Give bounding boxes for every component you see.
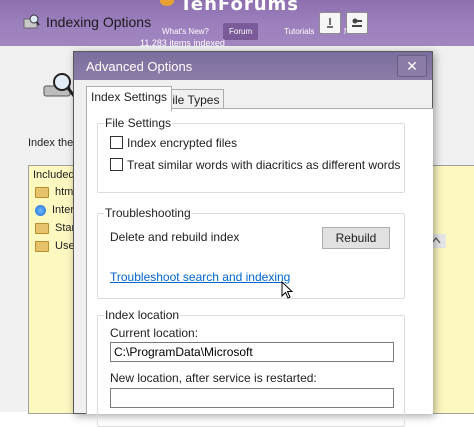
dialog-titlebar[interactable]: Advanced Options ✕ xyxy=(74,52,432,80)
close-button[interactable]: ✕ xyxy=(397,55,427,77)
troubleshoot-link[interactable]: Troubleshoot search and indexing xyxy=(110,270,290,284)
mouse-pointer-icon xyxy=(281,281,294,299)
diacritics-checkbox[interactable]: Treat similar words with diacritics as d… xyxy=(110,158,400,172)
index-location-label: Index location xyxy=(104,308,181,322)
forum-logo-mark xyxy=(160,0,174,6)
current-location-label: Current location: xyxy=(110,326,199,340)
forum-nav-forum[interactable]: Forum xyxy=(223,23,259,40)
window-title: Indexing Options xyxy=(46,14,152,30)
file-settings-label: File Settings xyxy=(104,116,173,130)
checkbox-box[interactable] xyxy=(110,158,123,171)
forum-user-button[interactable] xyxy=(346,12,368,34)
current-location-field[interactable] xyxy=(110,342,394,362)
forum-logo: TenForums xyxy=(180,0,300,15)
user-icon xyxy=(352,18,362,27)
forum-nav-tutorials[interactable]: Tutorials xyxy=(284,27,314,36)
folder-icon xyxy=(35,222,49,234)
checkbox-label: Index encrypted files xyxy=(127,136,238,150)
indexing-options-titlebar[interactable]: Indexing Options TenForums What's New? F… xyxy=(0,0,474,46)
troubleshooting-group: Troubleshooting Delete and rebuild index… xyxy=(97,206,405,299)
index-settings-panel: File Settings Index encrypted files Trea… xyxy=(86,108,433,427)
internet-icon xyxy=(35,204,46,216)
close-icon: ✕ xyxy=(406,58,418,74)
forum-search-button[interactable] xyxy=(319,12,341,34)
folder-icon xyxy=(35,186,49,198)
forum-nav-whats-new[interactable]: What's New? xyxy=(162,27,209,36)
folder-icon xyxy=(35,240,49,252)
index-location-group: Index location Current location: New loc… xyxy=(97,308,405,427)
rebuild-description: Delete and rebuild index xyxy=(110,230,240,244)
items-indexed-count: 11,283 items indexed xyxy=(140,38,225,48)
advanced-options-dialog: Advanced Options ✕ Index Settings File T… xyxy=(73,51,433,427)
tab-index-settings[interactable]: Index Settings xyxy=(86,86,173,111)
list-item[interactable]: html xyxy=(35,186,76,198)
checkbox-box[interactable] xyxy=(110,136,123,149)
checkbox-label: Treat similar words with diacritics as d… xyxy=(127,158,401,172)
dialog-title: Advanced Options xyxy=(86,59,193,74)
indexing-options-icon xyxy=(23,14,40,29)
new-location-field[interactable] xyxy=(110,388,394,408)
new-location-label: New location, after service is restarted… xyxy=(110,371,317,385)
indexing-drive-icon xyxy=(43,73,76,97)
troubleshooting-label: Troubleshooting xyxy=(104,206,192,220)
encrypted-files-checkbox[interactable]: Index encrypted files xyxy=(110,136,237,150)
file-settings-group: File Settings Index encrypted files Trea… xyxy=(97,116,405,193)
search-icon xyxy=(327,18,333,28)
rebuild-button[interactable]: Rebuild xyxy=(322,227,390,249)
